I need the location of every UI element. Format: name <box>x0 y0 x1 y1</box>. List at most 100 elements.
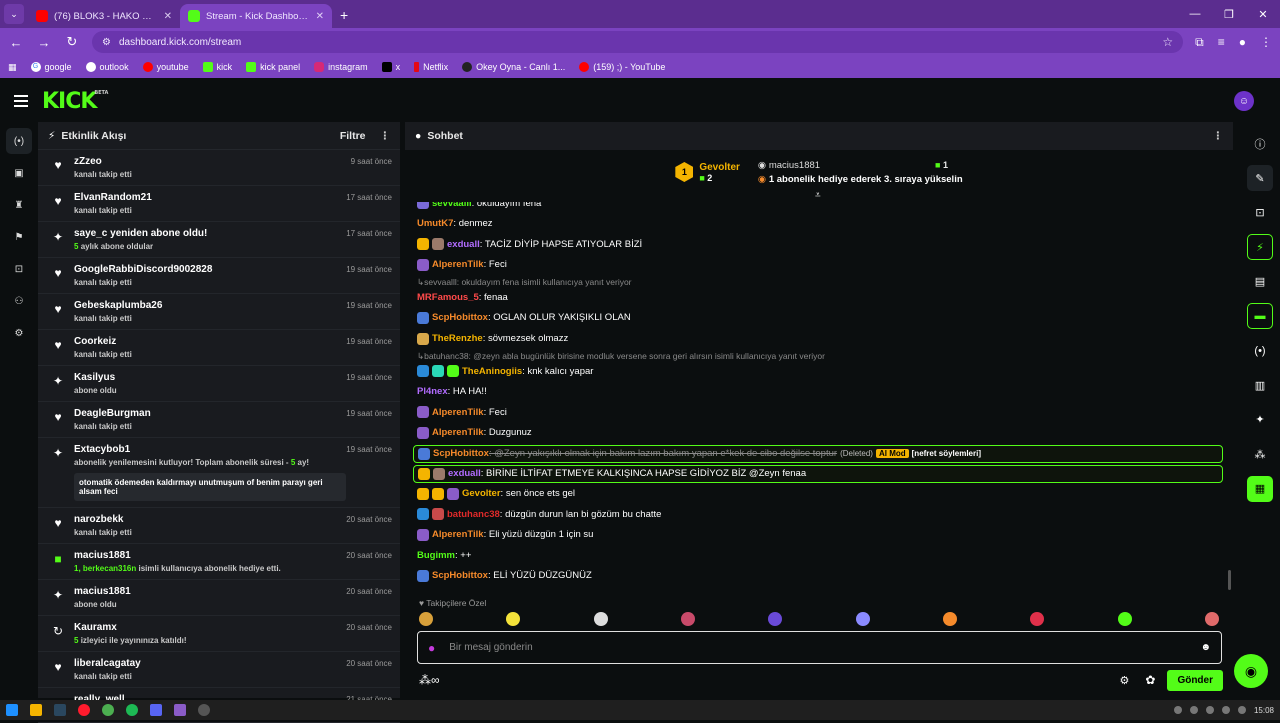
event-item[interactable]: ♥ zZzeo kanalı takip etti 9 saat önce <box>38 150 400 186</box>
chat-badge-icon[interactable] <box>417 508 429 521</box>
chat-username[interactable]: AlperenTilk <box>432 427 484 438</box>
chat-input[interactable]: ● Bir mesaj gönderin ☻ <box>417 631 1222 664</box>
minimize-icon[interactable]: — <box>1178 0 1212 28</box>
screen-icon[interactable]: ⊡ <box>1247 200 1273 226</box>
chat-badge-icon[interactable] <box>417 406 429 419</box>
chat-message[interactable]: sevvaalll: okuldayım fena <box>405 202 1233 212</box>
chat-badge-icon[interactable] <box>417 528 429 541</box>
opera-icon[interactable] <box>78 704 90 716</box>
site-info-icon[interactable]: ⚙ <box>102 37 111 48</box>
event-item[interactable]: ✦ Extacybob1 abonelik yenilemesini kutluyo… <box>38 438 400 508</box>
stream-icon[interactable]: (•) <box>6 128 32 154</box>
emote[interactable] <box>768 612 783 626</box>
trophy-icon[interactable]: ♜ <box>6 192 32 218</box>
user-avatar[interactable]: ☺ <box>1234 91 1254 111</box>
kick-logo[interactable]: KICK BETA <box>42 89 108 114</box>
chat-message[interactable]: AlperenTilk: Feci <box>405 403 1233 421</box>
event-item[interactable]: ✦ Kasilyus abone oldu 19 saat önce <box>38 366 400 402</box>
chat-message[interactable]: AlperenTilk: Feci <box>405 256 1233 274</box>
chat-message[interactable]: UmutK7: denmez <box>405 215 1233 233</box>
event-item[interactable]: ♥ narozbekk kanalı takip etti 20 saat önce <box>38 508 400 544</box>
event-item[interactable]: ✦ saye_c yeniden abone oldu! 5 aylık abone… <box>38 222 400 258</box>
chat-badge-icon[interactable] <box>418 447 430 460</box>
chat-message[interactable]: TheAninogiis: knk kalıcı yapar <box>405 362 1233 380</box>
forward-icon[interactable]: → <box>36 35 52 50</box>
tray-icon[interactable] <box>1205 706 1214 714</box>
moderation-icon[interactable]: ⚑ <box>6 224 32 250</box>
microphone-icon[interactable]: ● <box>428 641 435 655</box>
chat-message[interactable]: AlperenTilk: Eli yüzü düzgün 1 için su <box>405 526 1233 544</box>
close-window-icon[interactable]: ✕ <box>1246 0 1280 28</box>
expand-chevron-icon[interactable]: ⩡ <box>815 190 821 201</box>
close-tab-icon[interactable]: ✕ <box>316 11 324 22</box>
start-icon[interactable] <box>6 704 18 716</box>
chat-username[interactable]: exdualI <box>448 468 481 479</box>
chat-username[interactable]: ScpHobittox <box>432 570 488 581</box>
emote[interactable] <box>593 612 608 626</box>
menu-icon[interactable]: ⋮ <box>1260 35 1272 50</box>
chat-message[interactable]: ScpHobittox: @Zeyn yakışıklı olmak için … <box>413 444 1223 463</box>
chat-message[interactable]: ScpHobittox: OGLAN OLUR YAKIŞIKLI OLAN <box>405 309 1233 327</box>
chat-badge-icon[interactable] <box>432 508 444 521</box>
bookmark-instagram[interactable]: instagram <box>314 62 368 72</box>
obs-icon[interactable] <box>198 704 210 716</box>
discord-icon[interactable] <box>150 704 162 716</box>
more-options-icon[interactable]: ⋮ <box>380 130 391 142</box>
bookmark-youtube[interactable]: youtube <box>142 62 189 72</box>
chat-badge-icon[interactable] <box>433 467 445 480</box>
chat-message[interactable]: exdualI: TACİZ DİYİP HAPSE ATIYOLAR BİZİ <box>405 235 1233 253</box>
apps-icon[interactable]: ▦ <box>8 62 17 73</box>
bookmark-okey[interactable]: Okey Oyna - Canlı 1... <box>462 62 565 72</box>
chat-badge-icon[interactable] <box>417 311 429 324</box>
chat-settings-icon[interactable]: ⚙ <box>1120 674 1130 687</box>
event-item[interactable]: ♥ Gebeskaplumba26 kanalı takip etti 19 saa… <box>38 294 400 330</box>
support-chat-button[interactable]: ◉ <box>1234 654 1268 688</box>
tab-kick-dashboard[interactable]: Stream - Kick Dashboard ✕ <box>180 4 332 28</box>
chat-badge-icon[interactable] <box>417 258 429 271</box>
event-item[interactable]: ✦ macius1881 abone oldu 20 saat önce <box>38 580 400 616</box>
chat-username[interactable]: AlperenTilk <box>432 407 484 418</box>
more-options-icon[interactable]: ⋮ <box>1213 130 1224 142</box>
chat-username[interactable]: batuhanc38 <box>447 509 500 520</box>
chat-username[interactable]: Pl4nex <box>417 386 448 397</box>
chat-username[interactable]: ScpHobittox <box>433 448 489 459</box>
chat-username[interactable]: TheAninogiis <box>462 366 522 377</box>
emote[interactable] <box>942 612 957 626</box>
filter-button[interactable]: Filtre <box>340 130 366 142</box>
send-button[interactable]: Gönder <box>1167 669 1223 691</box>
chat-username[interactable]: TheRenzhe <box>432 333 483 344</box>
event-item[interactable]: ♥ ElvanRandom21 kanalı takip etti 17 saat … <box>38 186 400 222</box>
new-tab-button[interactable]: + <box>340 7 348 23</box>
emote[interactable] <box>855 612 870 626</box>
media-icon[interactable]: ≡ <box>1218 35 1225 50</box>
layout-icon[interactable]: ▥ <box>1247 372 1273 398</box>
clock[interactable]: 15:08 <box>1254 706 1274 715</box>
emote[interactable] <box>1030 612 1045 626</box>
chat-message-list[interactable]: sevvaalll: okuldayım fena UmutK7: denmez e… <box>405 202 1233 602</box>
emote[interactable] <box>1204 612 1219 626</box>
screen-icon[interactable]: ⊡ <box>6 256 32 282</box>
event-item[interactable]: ■ macius1881 1, berkecan316n isimli kullan… <box>38 544 400 580</box>
back-icon[interactable]: ← <box>8 35 24 50</box>
chat-username[interactable]: Gevolter <box>462 488 501 499</box>
bookmark-netflix[interactable]: Netflix <box>414 62 448 72</box>
clapper-icon[interactable]: ▦ <box>1247 475 1273 502</box>
chat-username[interactable]: exdualI <box>447 239 480 250</box>
bookmark-kick-panel[interactable]: kick panel <box>246 62 300 72</box>
url-bar[interactable]: ⚙ dashboard.kick.com/stream ☆ <box>92 31 1184 53</box>
chat-username[interactable]: ScpHobittox <box>432 312 488 323</box>
tray-icon[interactable] <box>1173 706 1182 714</box>
chat-badge-icon[interactable] <box>417 569 429 582</box>
emote[interactable] <box>680 612 695 626</box>
profile-icon[interactable]: ● <box>1239 35 1246 50</box>
chat-badge-icon[interactable] <box>417 202 429 209</box>
event-item[interactable]: ♥ GoogleRabbiDiscord9002828 kanalı takip e… <box>38 258 400 294</box>
reload-icon[interactable]: ↻ <box>64 34 80 50</box>
chat-badge-icon[interactable] <box>432 365 444 378</box>
emoji-icon[interactable]: ☻ <box>1200 642 1211 653</box>
chat-badge-icon[interactable] <box>417 365 429 378</box>
emote[interactable] <box>506 612 521 626</box>
chat-username[interactable]: AlperenTilk <box>432 259 484 270</box>
explorer-icon[interactable] <box>30 704 42 716</box>
connections-icon[interactable]: ⁂ <box>1247 441 1273 467</box>
